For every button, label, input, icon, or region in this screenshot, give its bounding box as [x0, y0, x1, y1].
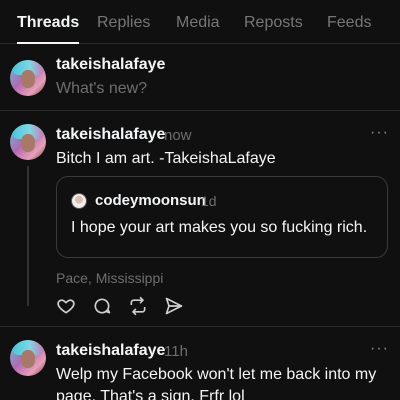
tab-reposts[interactable]: Reposts: [244, 14, 303, 32]
share-icon[interactable]: [164, 296, 184, 316]
quoted-post[interactable]: codeymoonsun 1d I hope your art makes yo…: [56, 176, 388, 258]
repost-icon[interactable]: [128, 296, 148, 316]
tab-feeds[interactable]: Feeds: [327, 14, 371, 32]
avatar[interactable]: [10, 340, 46, 376]
avatar[interactable]: [10, 60, 46, 96]
post-text-line-1: Welp my Facebook won't let me back into …: [56, 366, 377, 383]
avatar[interactable]: [71, 193, 87, 209]
post-text-line-2: page. That's a sign. Frfr lol: [56, 388, 245, 400]
quoted-timestamp: 1d: [201, 193, 217, 209]
more-options-icon[interactable]: ···: [370, 340, 389, 358]
active-tab-indicator: [17, 42, 79, 44]
thread-line: [27, 166, 29, 306]
location-tag[interactable]: Pace, Mississippi: [56, 270, 163, 286]
comment-icon[interactable]: [92, 296, 112, 316]
composer-input[interactable]: What's new?: [56, 80, 147, 98]
divider: [0, 110, 400, 111]
tab-media[interactable]: Media: [176, 14, 220, 32]
composer-username: takeishalafaye: [56, 56, 166, 73]
divider: [0, 326, 400, 327]
quoted-username[interactable]: codeymoonsun: [95, 192, 206, 209]
tab-replies[interactable]: Replies: [97, 14, 150, 32]
post-timestamp: now: [164, 127, 192, 144]
quoted-text: I hope your art makes you so fucking ric…: [71, 219, 368, 236]
tab-threads[interactable]: Threads: [17, 14, 79, 32]
post-username[interactable]: takeishalafaye: [56, 342, 165, 360]
profile-tabs: Threads Replies Media Reposts Feeds: [0, 0, 400, 44]
more-options-icon[interactable]: ···: [370, 124, 389, 142]
post-timestamp: 11h: [164, 343, 188, 360]
heart-icon[interactable]: [56, 296, 76, 316]
avatar[interactable]: [10, 124, 46, 160]
post-text: Bitch I am art. -TakeishaLafaye: [56, 150, 276, 167]
post-username[interactable]: takeishalafaye: [56, 126, 165, 144]
